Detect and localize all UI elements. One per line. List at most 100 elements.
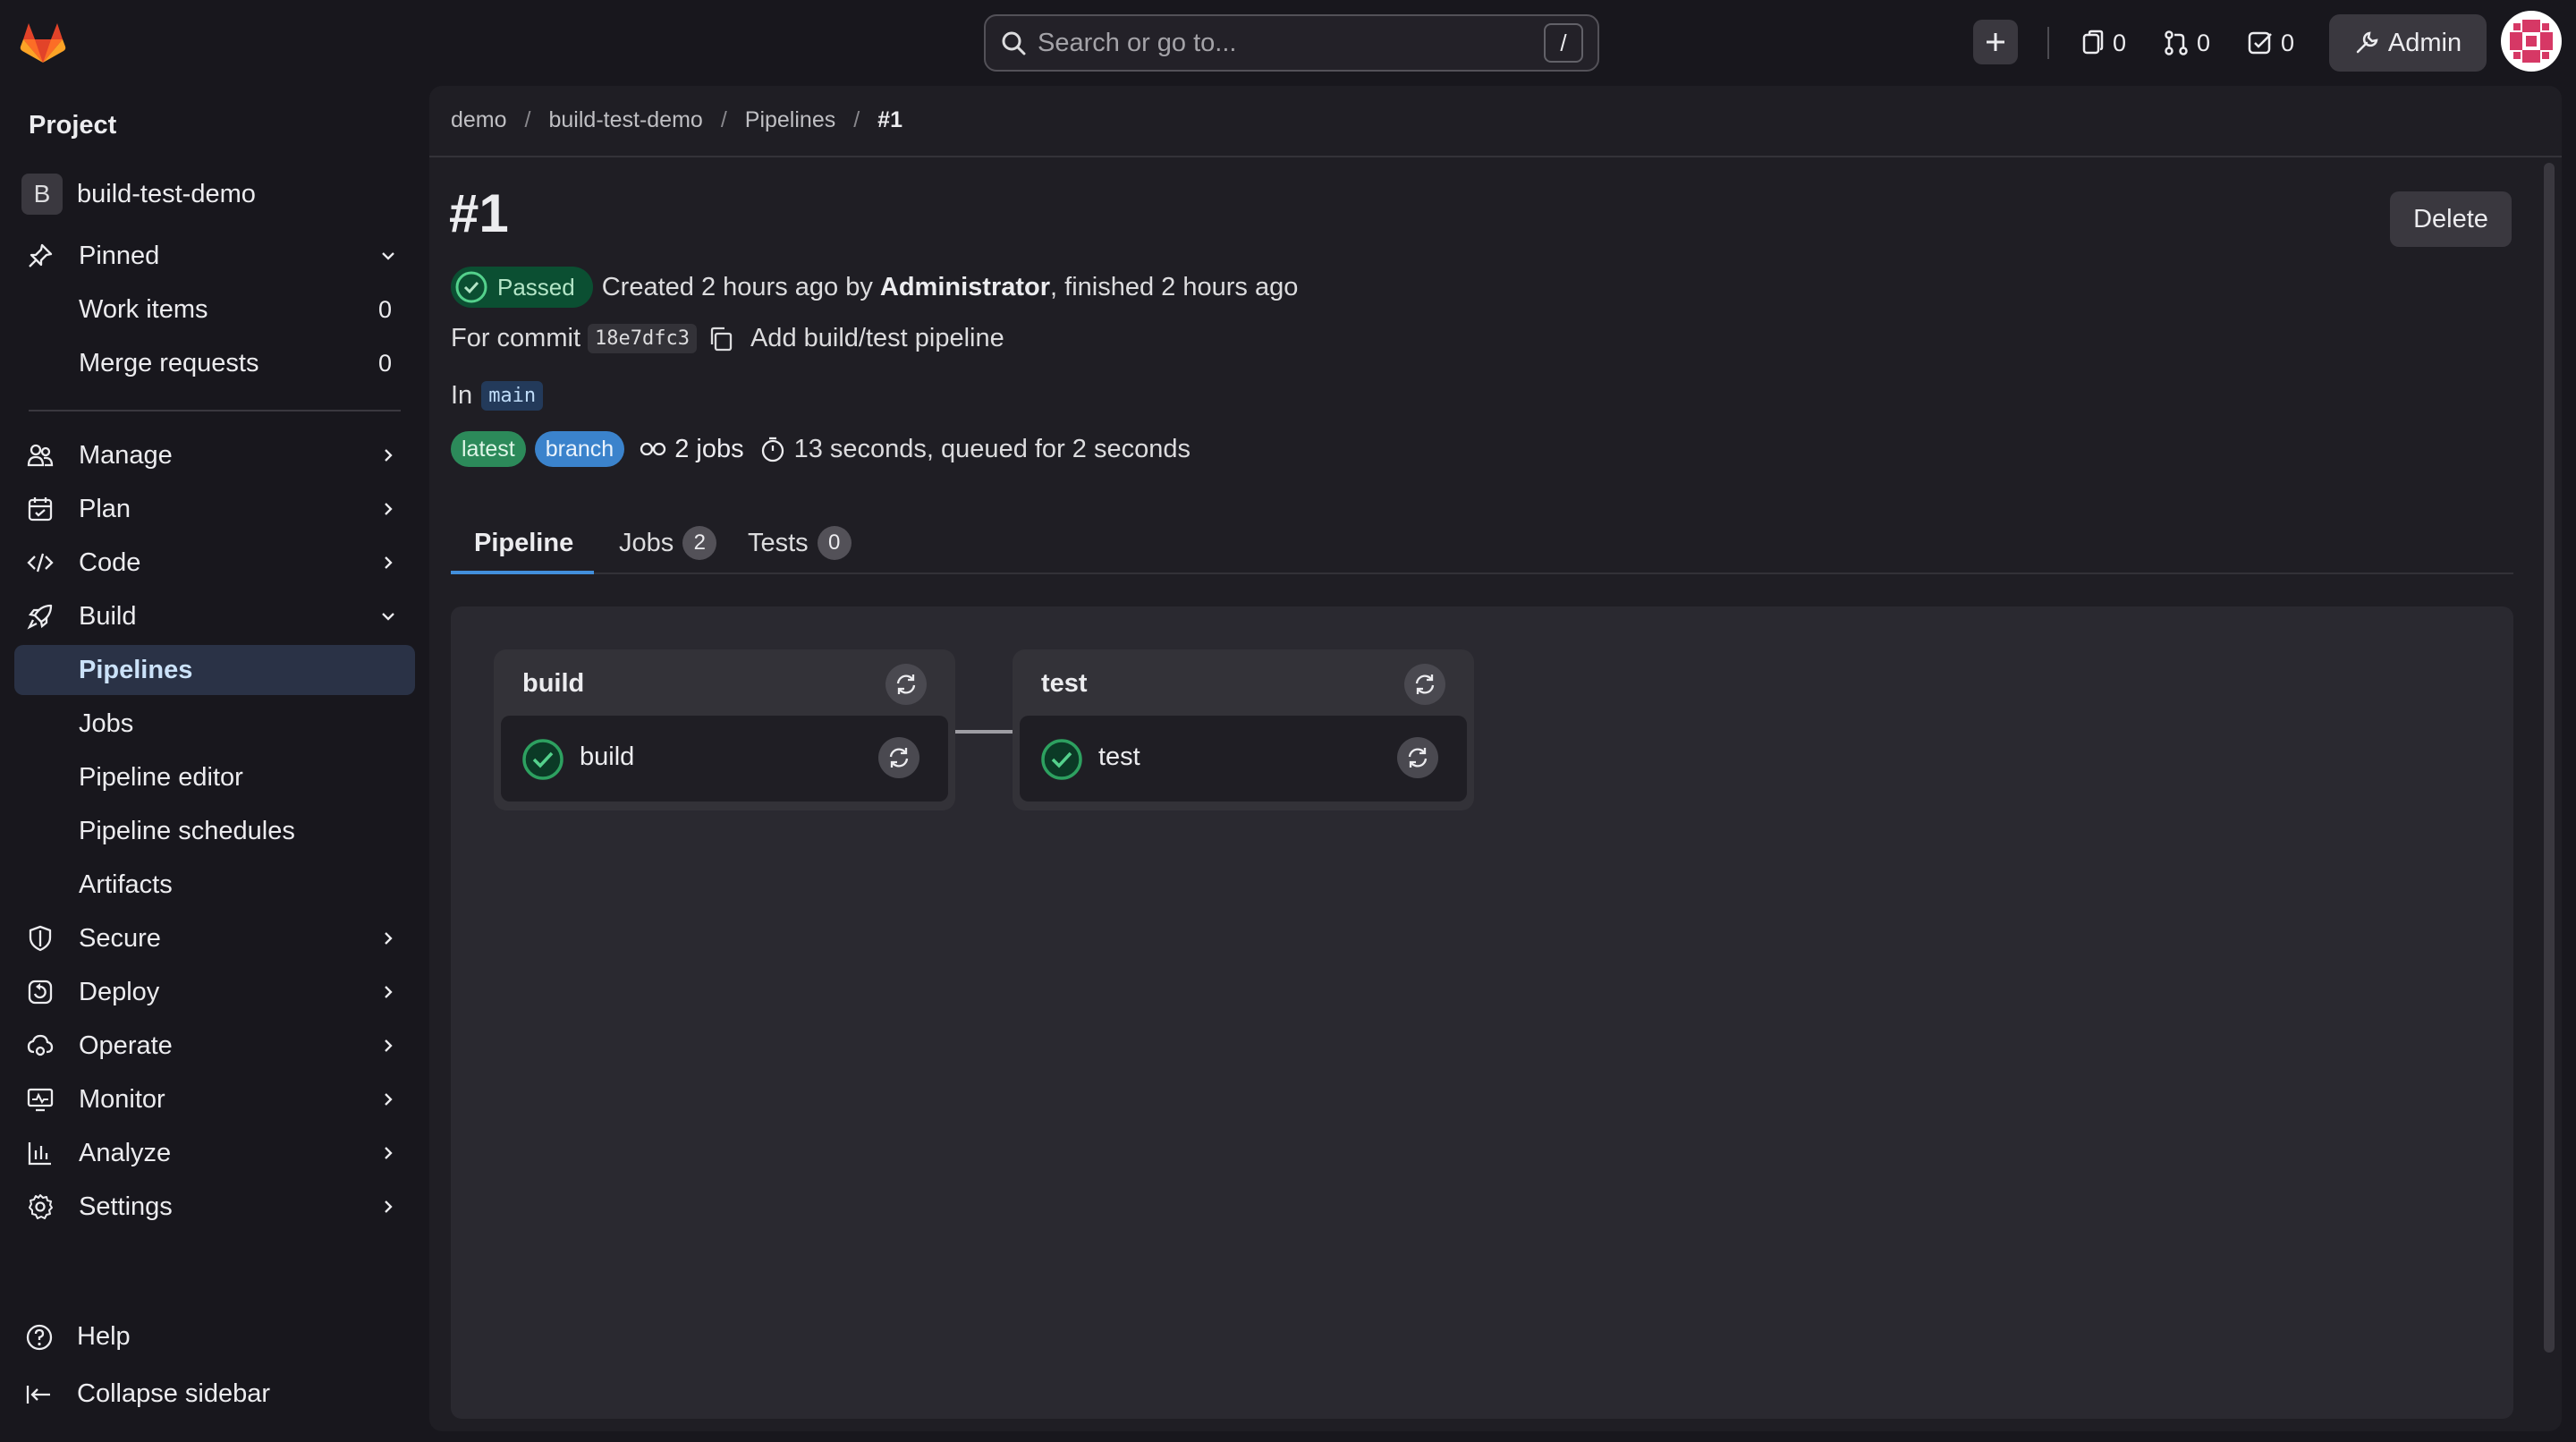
search-input[interactable]: Search or go to... / [984, 14, 1599, 72]
main-content: demo / build-test-demo / Pipelines / #1 … [429, 86, 2562, 1431]
job-name: test [1098, 742, 1140, 771]
status-label: Passed [497, 273, 575, 301]
branch-link[interactable]: main [481, 381, 544, 411]
sidebar-item-jobs[interactable]: Jobs [14, 699, 415, 749]
sidebar-item-deploy[interactable]: Deploy [14, 967, 415, 1017]
commit-message-link[interactable]: Add build/test pipeline [750, 324, 1004, 353]
sidebar-item-settings[interactable]: Settings [14, 1182, 415, 1232]
sidebar-item-monitor[interactable]: Monitor [14, 1074, 415, 1124]
tab-pipeline[interactable]: Pipeline [474, 512, 573, 574]
gitlab-logo-icon[interactable] [18, 18, 68, 68]
branch-prefix: In [451, 381, 473, 410]
merge-requests-count: 0 [2197, 29, 2211, 56]
sidebar-item-label: Deploy [79, 977, 160, 1006]
breadcrumb-divider [429, 156, 2562, 157]
sidebar-item-label: Merge requests [79, 348, 259, 377]
commit-sha-link[interactable]: 18e7dfc3 [588, 324, 697, 353]
deploy-icon [27, 979, 54, 1005]
scrollbar[interactable] [2544, 163, 2555, 1353]
sidebar-item-pipeline-schedules[interactable]: Pipeline schedules [14, 806, 415, 856]
retry-stage-button[interactable] [1404, 664, 1445, 705]
breadcrumb-item[interactable]: demo [451, 107, 507, 133]
sidebar-item-code[interactable]: Code [14, 538, 415, 588]
merge-request-icon [2163, 30, 2190, 56]
sidebar-item-label: Code [79, 547, 141, 577]
chevron-right-icon [377, 1089, 399, 1110]
sidebar-divider [29, 410, 401, 411]
collapse-sidebar-button[interactable]: Collapse sidebar [14, 1369, 415, 1419]
sidebar-item-merge-requests[interactable]: Merge requests 0 [14, 338, 415, 388]
sidebar-item-manage[interactable]: Manage [14, 430, 415, 480]
status-badge[interactable]: Passed [451, 267, 593, 308]
sidebar-item-secure[interactable]: Secure [14, 913, 415, 963]
finished-text: , finished 2 hours ago [1050, 272, 1299, 301]
tab-label: Tests [748, 528, 809, 557]
pipeline-graph: build build test test [451, 606, 2513, 1419]
delete-button[interactable]: Delete [2390, 191, 2512, 247]
create-new-button[interactable] [1973, 20, 2018, 64]
issues-count: 0 [2113, 29, 2127, 56]
top-bar: Search or go to... / 0 0 0 Admin [0, 0, 2576, 86]
commit-line: For commit 18e7dfc3 Add build/test pipel… [451, 324, 1004, 353]
branch-badge: branch [534, 431, 625, 467]
sidebar-pinned-label: Pinned [79, 241, 160, 270]
sidebar-section-title: Project [29, 111, 117, 140]
sidebar-item-build[interactable]: Build [14, 591, 415, 641]
user-avatar[interactable] [2501, 11, 2562, 72]
tab-jobs[interactable]: Jobs 2 [619, 512, 717, 574]
sidebar-item-work-items[interactable]: Work items 0 [14, 284, 415, 335]
tab-tests[interactable]: Tests 0 [748, 512, 852, 574]
breadcrumb-separator: / [853, 107, 860, 132]
chevron-down-icon [377, 245, 399, 267]
gear-icon [27, 1193, 54, 1220]
help-button[interactable]: Help [14, 1311, 415, 1361]
sidebar-pinned-toggle[interactable]: Pinned [14, 231, 415, 281]
job-card-build[interactable]: build [501, 716, 948, 802]
breadcrumb-item[interactable]: build-test-demo [549, 107, 703, 133]
retry-stage-button[interactable] [886, 664, 927, 705]
chevron-right-icon [377, 552, 399, 573]
admin-button[interactable]: Admin [2329, 14, 2487, 72]
tab-count-badge: 0 [817, 526, 852, 560]
retry-job-button[interactable] [1397, 737, 1438, 778]
pipeline-jobs-icon [639, 438, 667, 460]
tab-count-badge: 2 [682, 526, 717, 560]
status-success-icon [454, 270, 488, 304]
monitor-icon [27, 1086, 54, 1113]
retry-job-button[interactable] [878, 737, 919, 778]
bar-chart-icon [27, 1140, 54, 1166]
todos-button[interactable]: 0 [2247, 20, 2294, 66]
retry-icon [1405, 745, 1430, 770]
page-title: #1 [449, 183, 509, 243]
issues-button[interactable]: 0 [2080, 20, 2126, 66]
sidebar-item-operate[interactable]: Operate [14, 1021, 415, 1071]
sidebar-item-count: 0 [377, 295, 392, 323]
sidebar-item-label: Artifacts [79, 869, 173, 899]
stage-name: build [522, 669, 585, 698]
collapse-sidebar-label: Collapse sidebar [77, 1378, 271, 1408]
sidebar-project-link[interactable]: B build-test-demo [21, 172, 256, 216]
sidebar-item-pipelines[interactable]: Pipelines [14, 645, 415, 695]
copy-icon[interactable] [708, 326, 734, 352]
author-link[interactable]: Administrator [880, 273, 1050, 302]
issues-icon [2080, 30, 2106, 56]
sidebar-item-label: Operate [79, 1031, 173, 1060]
chevron-right-icon [377, 445, 399, 466]
help-label: Help [77, 1321, 131, 1351]
sidebar: Project B build-test-demo Pinned Work it… [0, 86, 429, 1442]
timer-icon [760, 436, 785, 462]
breadcrumb-item[interactable]: Pipelines [745, 107, 835, 133]
sidebar-item-plan[interactable]: Plan [14, 484, 415, 534]
job-card-test[interactable]: test [1020, 716, 1467, 802]
breadcrumb-separator: / [524, 107, 531, 132]
job-name: build [580, 742, 635, 771]
stage-connector-line [955, 730, 1014, 734]
tab-label: Pipeline [474, 528, 574, 557]
sidebar-item-pipeline-editor[interactable]: Pipeline editor [14, 752, 415, 802]
sidebar-item-artifacts[interactable]: Artifacts [14, 860, 415, 910]
sidebar-item-analyze[interactable]: Analyze [14, 1128, 415, 1178]
chevron-right-icon [377, 1142, 399, 1164]
commit-prefix: For commit [451, 324, 580, 352]
merge-requests-button[interactable]: 0 [2163, 20, 2210, 66]
breadcrumb-current[interactable]: #1 [877, 107, 902, 133]
